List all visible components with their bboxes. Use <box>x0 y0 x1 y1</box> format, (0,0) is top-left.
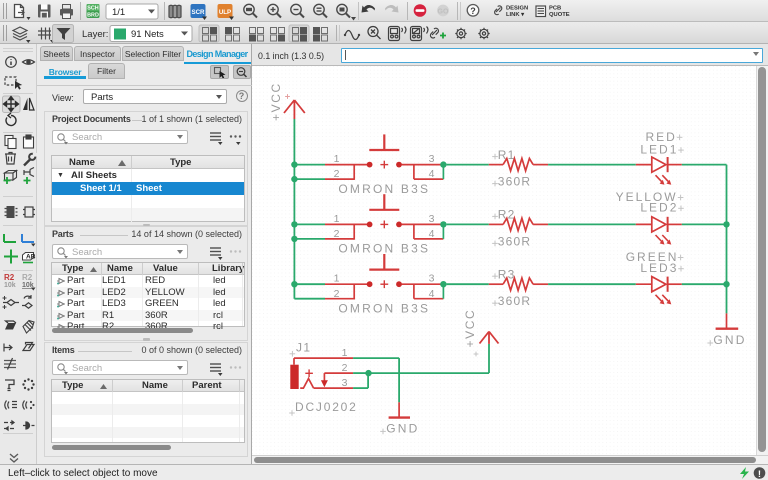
svg-text:1: 1 <box>342 347 348 359</box>
svg-text:2: 2 <box>342 362 348 374</box>
svg-text:ULP: ULP <box>219 9 231 16</box>
svg-text:SCH: SCH <box>87 6 98 12</box>
svg-text:360R: 360R <box>498 234 532 248</box>
svg-text:4: 4 <box>429 168 435 180</box>
svg-text:?: ? <box>470 6 476 16</box>
svg-text:+VCC: +VCC <box>463 309 477 348</box>
svg-text:2: 2 <box>334 228 340 240</box>
svg-text:AB: AB <box>26 254 36 261</box>
svg-text:3: 3 <box>429 273 435 285</box>
svg-text:LED3: LED3 <box>640 261 678 275</box>
svg-text:10k: 10k <box>4 282 16 289</box>
svg-text:+VCC: +VCC <box>269 82 283 121</box>
svg-text:3: 3 <box>342 377 348 389</box>
svg-text:PCB: PCB <box>549 6 561 12</box>
svg-text:QUOTE: QUOTE <box>549 12 570 18</box>
svg-text:GO: GO <box>438 8 449 15</box>
svg-text:R2: R2 <box>22 273 33 282</box>
svg-text:3: 3 <box>429 213 435 225</box>
svg-text:4: 4 <box>429 288 435 300</box>
svg-text:2: 2 <box>334 168 340 180</box>
svg-text:R1: R1 <box>498 148 516 162</box>
svg-text:R3: R3 <box>498 268 516 282</box>
svg-text:LED1: LED1 <box>640 142 678 156</box>
svg-text:2: 2 <box>334 288 340 300</box>
svg-text:1: 1 <box>334 273 340 285</box>
svg-text:DESIGN: DESIGN <box>506 6 528 12</box>
svg-text:GND: GND <box>713 333 746 347</box>
svg-text:Layer:: Layer: <box>82 29 108 40</box>
svg-text:OMRON B3S: OMRON B3S <box>338 302 430 316</box>
svg-text:1: 1 <box>334 153 340 165</box>
svg-text:DCJ0202: DCJ0202 <box>295 400 358 414</box>
svg-text:LED2: LED2 <box>640 201 678 215</box>
svg-text:360R: 360R <box>498 294 532 308</box>
svg-text:J1: J1 <box>296 341 311 355</box>
svg-text:91 Nets: 91 Nets <box>131 29 164 40</box>
svg-text:SCR: SCR <box>191 9 205 16</box>
svg-text:BRD: BRD <box>87 12 99 18</box>
svg-text:360R: 360R <box>498 175 532 189</box>
svg-text:R2: R2 <box>498 208 516 222</box>
svg-text:OMRON B3S: OMRON B3S <box>338 242 430 256</box>
svg-text:OMRON B3S: OMRON B3S <box>338 182 430 196</box>
svg-text:1/1: 1/1 <box>112 7 125 18</box>
svg-text:4: 4 <box>429 228 435 240</box>
svg-text:GND: GND <box>386 422 419 436</box>
svg-text:3: 3 <box>429 153 435 165</box>
svg-text:LINK ▾: LINK ▾ <box>506 12 525 18</box>
svg-text:R2: R2 <box>4 273 15 282</box>
svg-text:!: ! <box>758 469 761 480</box>
svg-text:1: 1 <box>334 213 340 225</box>
